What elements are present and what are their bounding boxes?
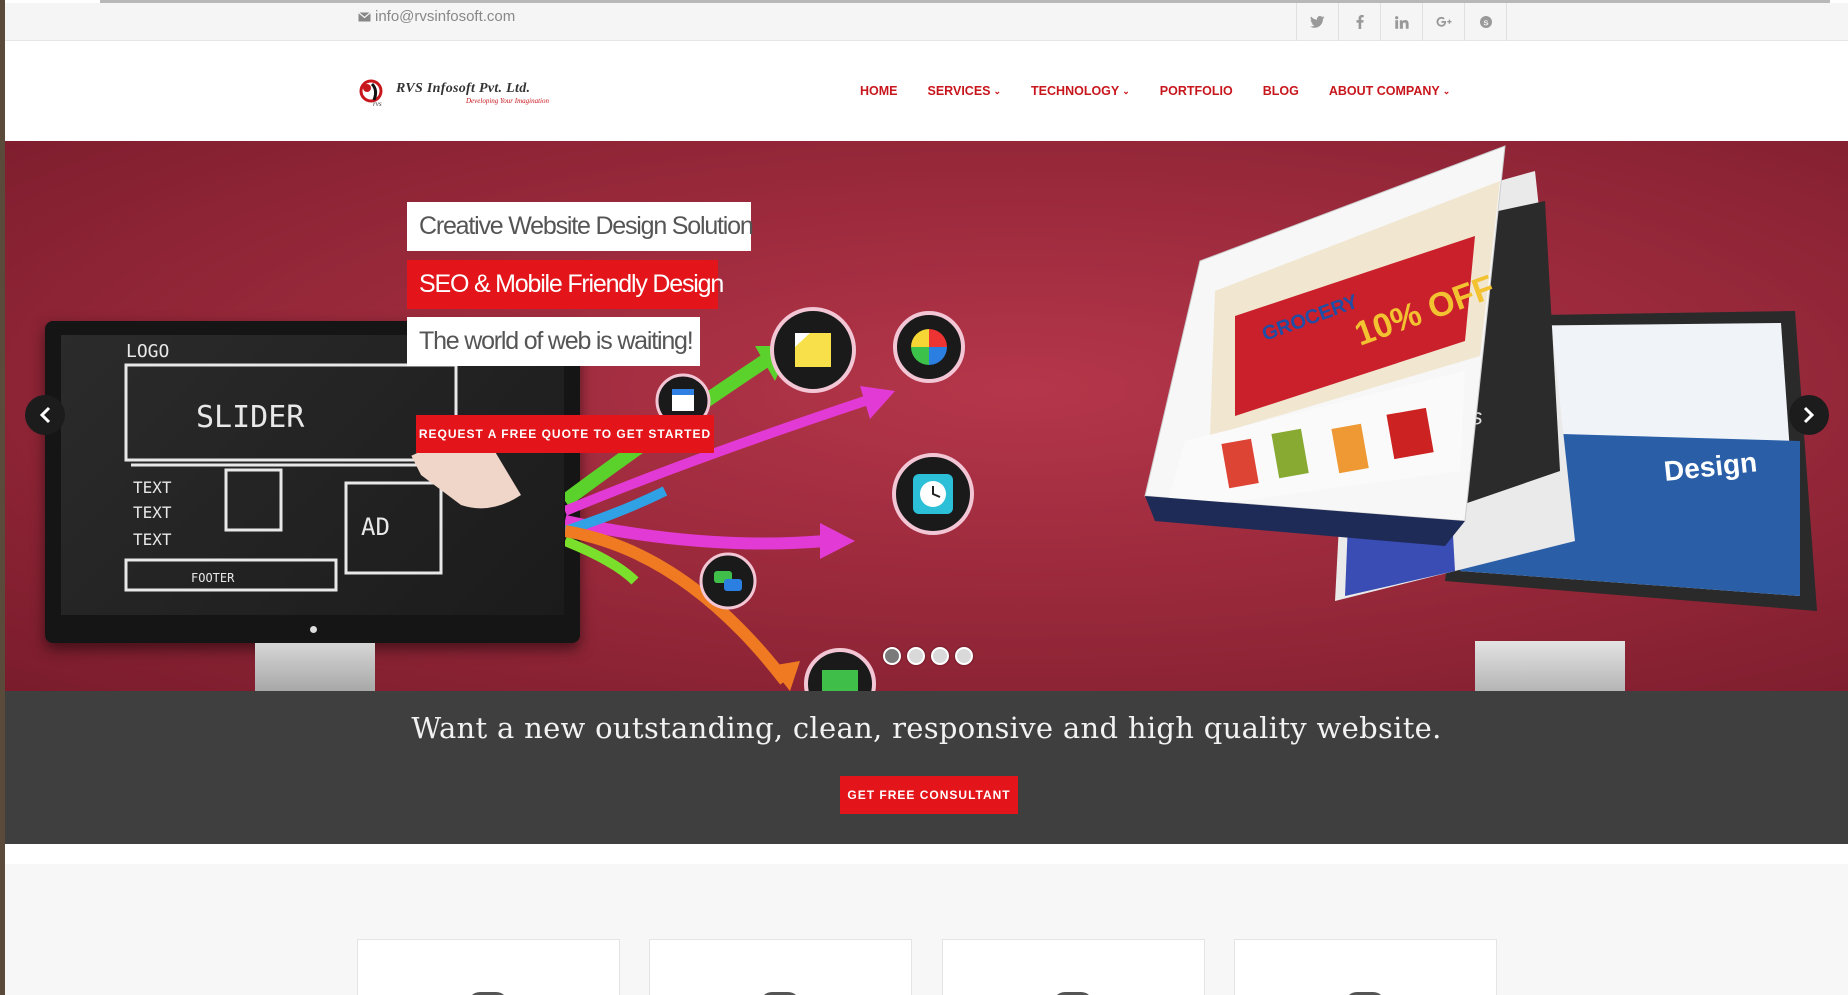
slider-dot-3[interactable] (931, 647, 949, 665)
slider-caption-2: SEO & Mobile Friendly Design (407, 260, 724, 309)
hero-slider: LOGO SLIDER TEXT TEXT TEXT AD FOOTER Des… (5, 141, 1848, 691)
chevron-down-icon: ⌄ (1442, 85, 1451, 96)
slider-dot-4[interactable] (955, 647, 973, 665)
slider-dot-1[interactable] (883, 647, 901, 665)
slider-prev-button[interactable] (25, 395, 65, 435)
skype-icon[interactable] (1465, 3, 1507, 41)
top-bar: info@rvsinfosoft.com (5, 3, 1848, 41)
site-header: rvs RVS Infosoft Pvt. Ltd. Developing Yo… (5, 41, 1848, 141)
monitor-power-dot (310, 626, 317, 633)
sketch-slider-text: SLIDER (196, 400, 305, 435)
request-quote-button[interactable]: REQUEST A FREE QUOTE TO GET STARTED (416, 415, 714, 453)
nav-item-label: PORTFOLIO (1159, 84, 1233, 98)
slider-next-button[interactable] (1789, 395, 1829, 435)
brand-tagline: Developing Your Imagination (466, 96, 549, 105)
service-card[interactable] (649, 939, 912, 995)
linkedin-icon[interactable] (1381, 3, 1423, 41)
section-spacer (5, 844, 1848, 864)
facebook-icon[interactable] (1339, 3, 1381, 41)
cta-headline: Want a new outstanding, clean, responsiv… (411, 711, 1442, 745)
slider-pagination (883, 647, 973, 665)
slider-dot-2[interactable] (907, 647, 925, 665)
service-card[interactable] (942, 939, 1205, 995)
social-links (1296, 3, 1507, 41)
website-showcase-image: Design es GROCERY 10% OFF (1144, 145, 1817, 611)
sketch-logo-text: LOGO (126, 341, 169, 362)
clock-icon (892, 453, 974, 535)
sketch-text-2: TEXT (133, 503, 172, 522)
get-free-consultant-button[interactable]: GET FREE CONSULTANT (840, 776, 1018, 814)
service-card[interactable] (1234, 939, 1497, 995)
sketch-ad-text: AD (361, 513, 390, 541)
service-card[interactable] (357, 939, 620, 995)
contact-email-text[interactable]: info@rvsinfosoft.com (375, 8, 515, 25)
nav-item-about-company[interactable]: ABOUT COMPANY ⌄ (1329, 84, 1450, 98)
slider-caption-3: The world of web is waiting! (407, 317, 700, 366)
chat-icon (699, 552, 757, 610)
cta-band: Want a new outstanding, clean, responsiv… (5, 691, 1848, 844)
chevron-left-icon (39, 406, 51, 424)
monitor-stand (255, 643, 375, 691)
nav-item-label: ABOUT COMPANY (1328, 84, 1440, 98)
nav-item-services[interactable]: SERVICES ⌄ (928, 84, 1002, 98)
sketch-footer-text: FOOTER (191, 571, 235, 585)
sketch-text-1: TEXT (133, 478, 172, 497)
main-nav: HOME SERVICES ⌄ TECHNOLOGY ⌄ PORTFOLIO BLO… (860, 41, 1480, 141)
nav-item-label: SERVICES (927, 84, 991, 98)
document-icon (770, 307, 856, 393)
pie-chart-icon (893, 311, 965, 383)
site-logo[interactable]: rvs RVS Infosoft Pvt. Ltd. Developing Yo… (358, 77, 573, 109)
brand-name: RVS Infosoft Pvt. Ltd. (396, 80, 531, 96)
svg-text:rvs: rvs (373, 100, 382, 108)
envelope-icon (358, 11, 371, 22)
monitor-screen: LOGO SLIDER TEXT TEXT TEXT AD FOOTER (61, 335, 564, 615)
chevron-right-icon (1803, 406, 1815, 424)
nav-item-label: TECHNOLOGY (1031, 84, 1120, 98)
nav-item-portfolio[interactable]: PORTFOLIO (1160, 84, 1233, 98)
nav-item-blog[interactable]: BLOG (1263, 84, 1299, 98)
contact-email[interactable]: info@rvsinfosoft.com (358, 8, 515, 25)
graph-icon (804, 648, 876, 691)
chevron-down-icon: ⌄ (993, 85, 1002, 96)
slider-caption-1: Creative Website Design Solution (407, 202, 754, 251)
logo-mark-icon: rvs (359, 79, 383, 108)
wireframe-monitor-image: LOGO SLIDER TEXT TEXT TEXT AD FOOTER (45, 321, 580, 643)
wireframe-sketch: LOGO SLIDER TEXT TEXT TEXT AD FOOTER (124, 341, 521, 592)
chevron-down-icon: ⌄ (1122, 85, 1130, 96)
page: info@rvsinfosoft.com rvs RVS Infosoft Pv… (0, 0, 1848, 995)
nav-item-label: BLOG (1262, 84, 1299, 98)
sketch-text-3: TEXT (133, 530, 172, 549)
services-section (5, 864, 1848, 995)
google-plus-icon[interactable] (1423, 3, 1465, 41)
twitter-icon[interactable] (1297, 3, 1339, 41)
nav-item-home[interactable]: HOME (860, 84, 898, 98)
nav-item-technology[interactable]: TECHNOLOGY ⌄ (1031, 84, 1130, 98)
nav-item-label: HOME (860, 84, 898, 98)
